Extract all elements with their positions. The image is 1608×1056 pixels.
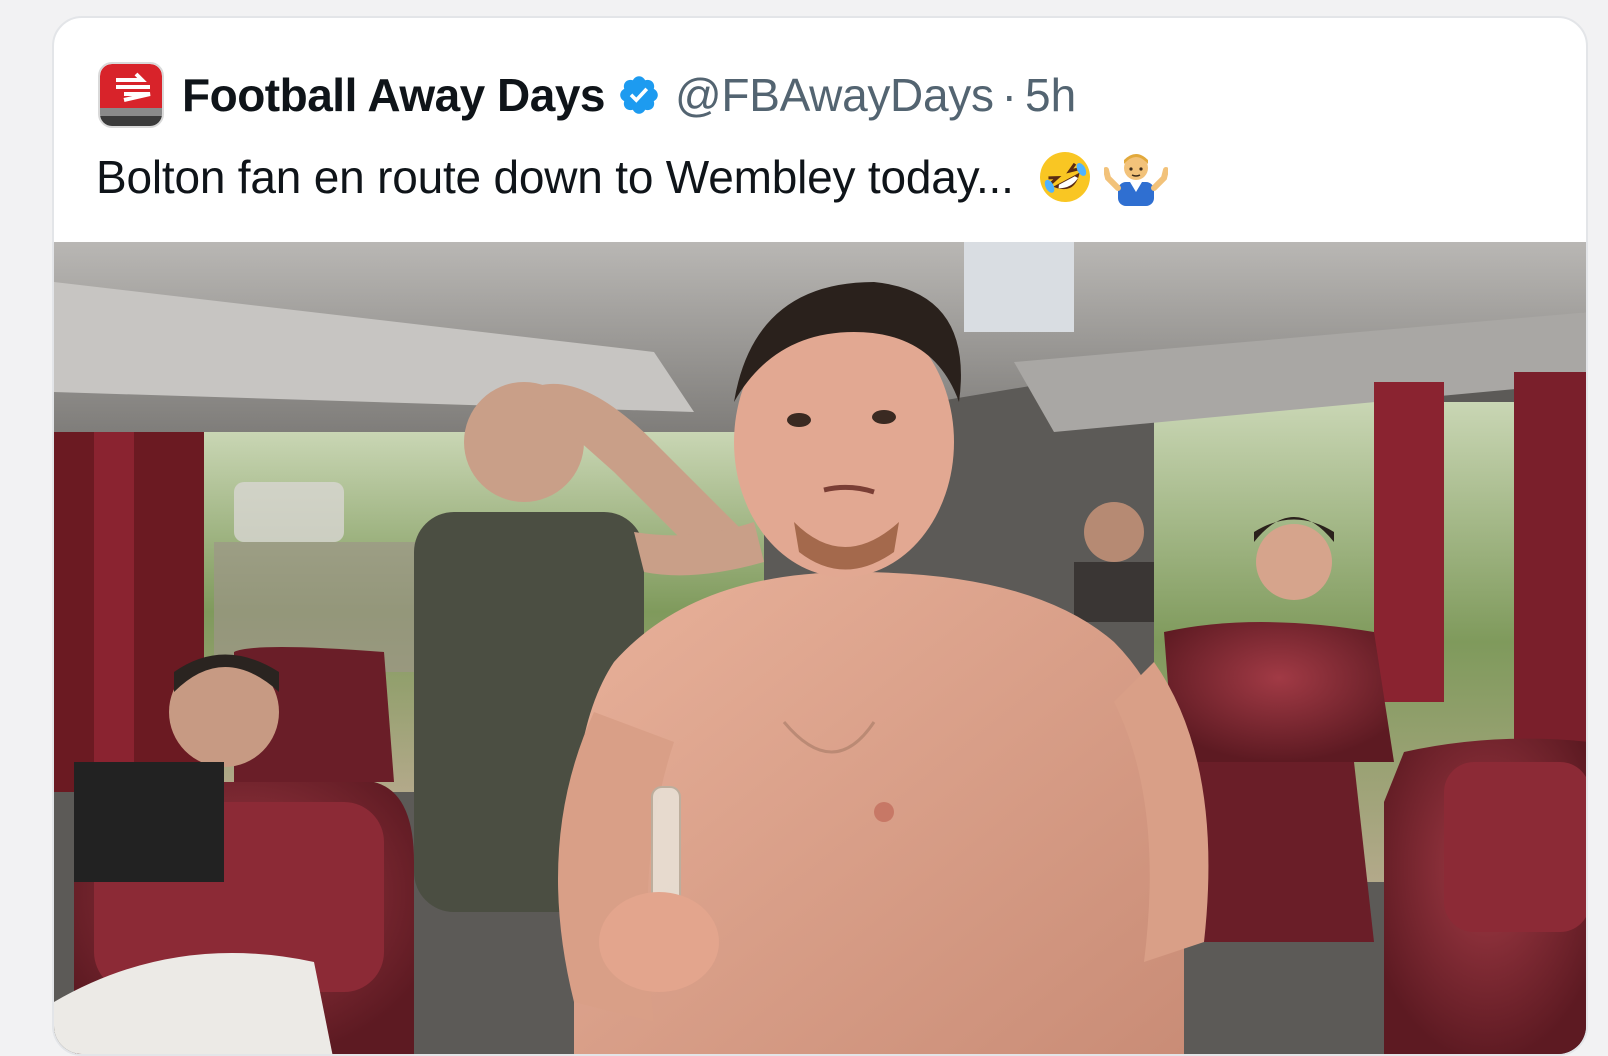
author-name[interactable]: Football Away Days bbox=[182, 68, 606, 122]
tweet-body: Bolton fan en route down to Wembley toda… bbox=[96, 148, 1168, 206]
author-handle[interactable]: @FBAwayDays bbox=[675, 68, 994, 122]
separator-dot: · bbox=[1001, 69, 1017, 121]
tweet-header: Football Away Days @FBAwayDays · 5h bbox=[98, 60, 1076, 130]
verified-badge-icon bbox=[620, 76, 658, 114]
man-shrugging-emoji bbox=[1103, 154, 1168, 206]
rolling-on-floor-laughing-emoji bbox=[1039, 152, 1090, 202]
national-rail-logo-icon[interactable] bbox=[98, 62, 164, 128]
tweet-photo[interactable] bbox=[54, 242, 1586, 1054]
tweet-card[interactable]: Football Away Days @FBAwayDays · 5h Bolt… bbox=[52, 16, 1588, 1056]
tweet-text: Bolton fan en route down to Wembley toda… bbox=[96, 151, 1014, 203]
bus-interior-photo bbox=[54, 242, 1586, 1054]
tweet-timestamp[interactable]: 5h bbox=[1025, 68, 1076, 122]
